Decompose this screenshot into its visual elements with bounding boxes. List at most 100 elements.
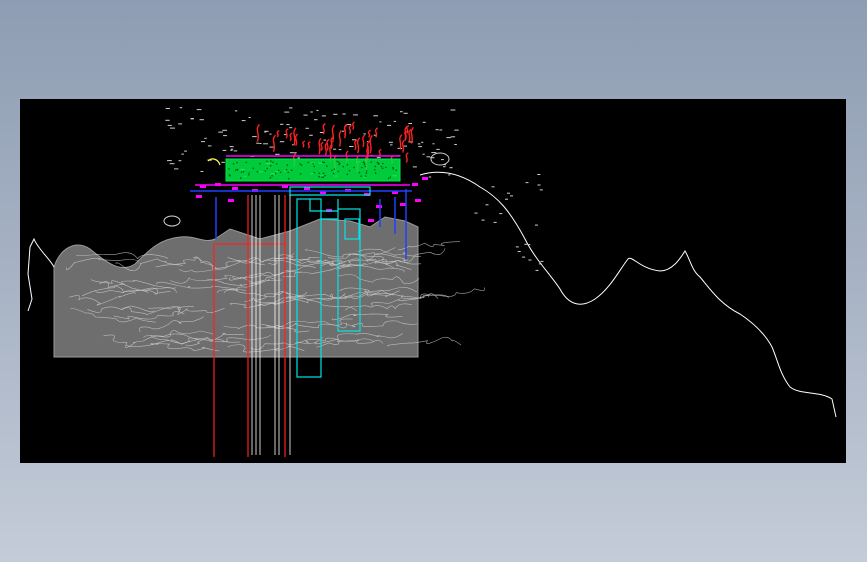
survey-point	[363, 133, 366, 135]
annotation-mark	[369, 135, 373, 154]
survey-point	[256, 142, 260, 144]
survey-point	[279, 141, 285, 143]
survey-point	[534, 224, 538, 226]
survey-point	[400, 111, 403, 113]
vegetation-dot	[364, 165, 366, 168]
vegetation-dot	[248, 174, 250, 176]
survey-point	[297, 157, 300, 159]
coastline-profile-line	[419, 171, 837, 418]
marker	[368, 219, 374, 222]
vegetation-dot	[318, 172, 321, 175]
survey-point	[412, 166, 417, 168]
survey-point	[403, 145, 408, 147]
annotation-mark	[338, 129, 343, 147]
vegetation-dot	[279, 171, 282, 174]
survey-point	[417, 143, 421, 145]
survey-point	[323, 139, 327, 141]
survey-point	[178, 160, 182, 162]
vegetation-dot	[323, 161, 326, 164]
survey-point	[289, 152, 292, 154]
survey-point	[491, 186, 495, 188]
survey-point	[283, 134, 287, 136]
survey-point	[353, 114, 359, 116]
survey-point	[223, 135, 227, 137]
detail-ellipse-left	[163, 215, 181, 227]
highlight-mark	[207, 158, 221, 166]
survey-point	[376, 157, 381, 159]
vegetation-dot	[277, 169, 280, 172]
survey-point	[422, 153, 425, 155]
survey-point	[515, 246, 519, 248]
survey-point	[537, 174, 541, 175]
survey-point	[199, 119, 204, 121]
survey-point	[517, 251, 521, 252]
survey-point	[540, 260, 544, 262]
survey-point	[426, 156, 431, 158]
survey-point	[234, 110, 238, 112]
vegetation-dot	[358, 171, 361, 174]
survey-point	[493, 221, 497, 223]
survey-point	[507, 192, 510, 194]
vegetation-dot	[321, 176, 323, 179]
survey-point	[422, 121, 426, 123]
survey-point	[333, 113, 338, 115]
vegetation-dot	[381, 167, 384, 170]
survey-point	[527, 244, 531, 246]
annotation-mark	[331, 124, 336, 143]
survey-point	[535, 269, 539, 271]
vegetation-dot	[264, 170, 267, 172]
survey-point	[241, 120, 246, 122]
survey-point	[432, 143, 435, 145]
survey-point	[439, 129, 443, 131]
vegetation-dot	[228, 174, 231, 176]
survey-point	[443, 166, 446, 168]
annotation-mark	[326, 138, 330, 151]
vegetation-dot	[313, 165, 316, 168]
survey-point	[284, 111, 290, 113]
annotation-mark	[362, 134, 366, 148]
survey-point	[289, 107, 293, 109]
vegetation-dot	[324, 174, 326, 177]
vegetation-dot	[236, 161, 238, 164]
survey-point	[505, 198, 508, 200]
survey-point	[538, 263, 542, 265]
vegetation-dot	[333, 168, 336, 170]
vegetation-dot	[377, 163, 380, 165]
annotation-mark	[322, 122, 326, 135]
cad-drawing-canvas[interactable]	[20, 99, 846, 463]
vegetation-dot	[362, 161, 365, 163]
vegetation-dot	[387, 177, 390, 180]
vegetation-dot	[228, 168, 230, 170]
survey-point	[264, 130, 269, 132]
annotation-mark	[318, 137, 322, 155]
survey-point	[230, 149, 233, 151]
survey-point	[373, 115, 379, 117]
vegetation-dot	[318, 175, 320, 178]
vegetation-dot	[321, 161, 324, 164]
survey-point	[275, 153, 280, 155]
survey-point	[474, 212, 478, 214]
survey-point	[450, 109, 456, 111]
vegetation-dot	[380, 165, 383, 168]
survey-point	[454, 129, 459, 131]
vegetation-dot	[389, 176, 392, 178]
survey-point	[390, 144, 393, 146]
survey-point	[316, 109, 319, 111]
annotation-mark	[351, 121, 356, 130]
survey-point	[342, 113, 346, 115]
vegetation-dot	[392, 168, 395, 170]
vegetation-dot	[322, 172, 325, 174]
vegetation-dot	[239, 177, 242, 179]
survey-point	[481, 219, 485, 221]
vegetation-dot	[365, 172, 368, 174]
survey-point	[291, 152, 297, 154]
survey-point	[165, 108, 170, 109]
vegetation-dot	[271, 175, 273, 177]
annotation-mark	[378, 148, 382, 157]
survey-point	[230, 148, 234, 150]
survey-point	[528, 259, 532, 261]
annotation-mark	[272, 134, 277, 153]
vegetation-dot	[365, 170, 368, 172]
survey-point	[229, 146, 234, 148]
terrain-left-edge	[27, 237, 55, 312]
